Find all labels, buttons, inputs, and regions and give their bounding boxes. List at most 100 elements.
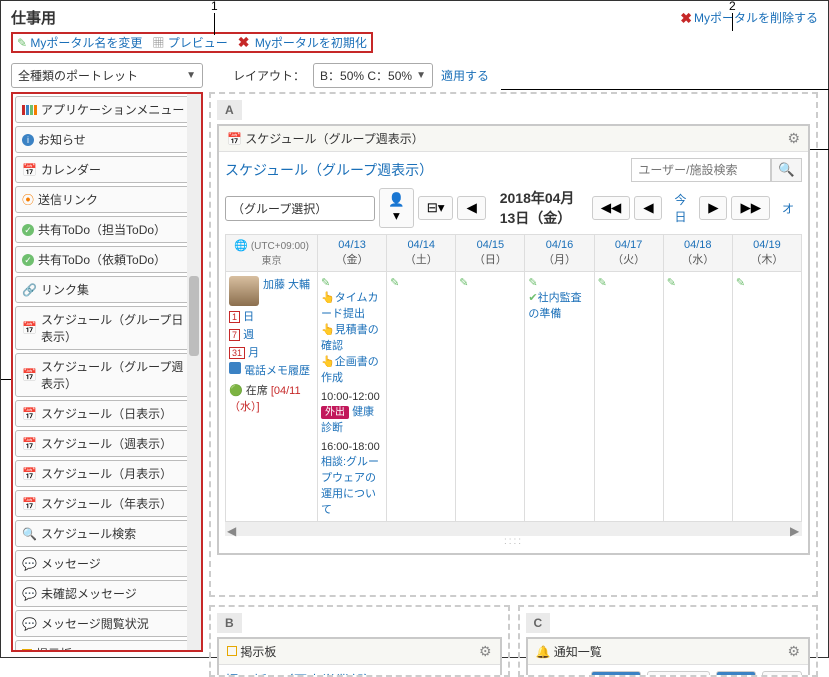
board-body-link[interactable]: 掲示板 - （国内営業部）	[225, 673, 377, 677]
pencil-icon[interactable]: ✎	[736, 277, 745, 289]
portlet-item-label: 送信リンク	[38, 191, 98, 208]
user-view-link[interactable]: 月	[248, 347, 259, 359]
pencil-icon[interactable]: ✎	[598, 277, 607, 289]
chevron-left-icon: ◀	[643, 200, 653, 215]
gear-icon[interactable]: ⚙	[479, 643, 492, 660]
scrollbar-vertical[interactable]	[187, 94, 201, 650]
portlet-item-label: スケジュール（週表示）	[41, 435, 172, 452]
schedule-title-link[interactable]: スケジュール（グループ週表示）	[225, 160, 433, 180]
portlet-list-item[interactable]: ⦿送信リンク	[15, 186, 199, 213]
search-icon: 🔍	[778, 162, 795, 177]
day-header[interactable]: 04/14（土）	[387, 235, 456, 272]
options-link[interactable]: オ	[774, 200, 802, 217]
pencil-icon[interactable]: ✎	[459, 277, 468, 289]
day-cell[interactable]: ✎	[456, 272, 525, 522]
portlet-header-title: スケジュール（グループ週表示）	[245, 132, 423, 146]
scrollbar-horizontal[interactable]: ◀ ▶	[225, 522, 802, 536]
today-button[interactable]: 今日	[666, 191, 695, 225]
bell-icon: 🔔	[536, 645, 551, 659]
person-icon: 👤▾	[388, 192, 405, 223]
prev-day-button[interactable]: ◀	[457, 196, 485, 220]
last-button[interactable]: ▶▶	[731, 196, 770, 220]
day-header[interactable]: 04/13（金）	[318, 235, 387, 272]
portlet-list-item[interactable]: 💬メッセージ	[15, 550, 199, 577]
day-cell[interactable]: ✎	[732, 272, 801, 522]
portlet-list-item[interactable]: 📅スケジュール（グループ日表示）	[15, 306, 199, 350]
portlet-list-item[interactable]: 📅カレンダー	[15, 156, 199, 183]
pencil-icon[interactable]: ✎	[667, 277, 676, 289]
portlet-list-item[interactable]: 💬未確認メッセージ	[15, 580, 199, 607]
tz-icon: 🌐	[234, 240, 248, 252]
layout-select[interactable]: B：50% C：50% ▼	[313, 63, 433, 88]
preview-link[interactable]: ▦ プレビュー	[152, 34, 227, 51]
portlet-list-item[interactable]: 📅スケジュール（月表示）	[15, 460, 199, 487]
task-icon: 👆	[321, 356, 335, 368]
portlet-list-item[interactable]: 💬メッセージ閲覧状況	[15, 610, 199, 637]
preview-icon: ▦	[152, 36, 164, 50]
user-view-link[interactable]: 週	[243, 329, 254, 341]
edit-icon: ✎	[17, 36, 27, 50]
day-header[interactable]: 04/15（日）	[456, 235, 525, 272]
notif-tab-me[interactable]: @自分宛	[647, 671, 709, 677]
chevron-down-icon: ▼	[186, 70, 196, 81]
notif-tab-read[interactable]: 既読	[762, 671, 802, 677]
portlet-list-item[interactable]: 📅スケジュール（日表示）	[15, 400, 199, 427]
next-button[interactable]: ▶	[699, 196, 727, 220]
portlet-list-item[interactable]: アプリケーションメニュー	[15, 96, 199, 123]
page-title: 仕事用	[11, 7, 56, 28]
portlet-list-item[interactable]: ✓共有ToDo（依頼ToDo）	[15, 246, 199, 273]
first-button[interactable]: ◀◀	[592, 196, 631, 220]
user-picker-button[interactable]: 👤▾	[379, 188, 414, 228]
day-header[interactable]: 04/18（水）	[663, 235, 732, 272]
portlet-list-item[interactable]: 掲示板	[15, 640, 199, 652]
portlet-list-item[interactable]: 🔗リンク集	[15, 276, 199, 303]
portlet-category-select[interactable]: 全種類のポートレット ▼	[11, 63, 203, 88]
schedule-grid: 🌐 (UTC+09:00) 東京 04/13（金）04/14（土）04/15（日…	[225, 234, 802, 522]
rename-portal-link[interactable]: ✎ Myポータル名を変更	[17, 34, 142, 51]
delete-portal-link[interactable]: ✖ Myポータルを削除する	[680, 9, 818, 26]
gear-icon[interactable]: ⚙	[787, 130, 800, 147]
portlet-item-label: スケジュール（月表示）	[41, 465, 172, 482]
portlet-list-item[interactable]: 📅スケジュール（年表示）	[15, 490, 199, 517]
prev-button[interactable]: ◀	[634, 196, 662, 220]
portlet-list-item[interactable]: 📅スケジュール（グループ週表示）	[15, 353, 199, 397]
portlet-item-label: リンク集	[41, 281, 89, 298]
search-button[interactable]: 🔍	[771, 158, 802, 182]
pencil-icon[interactable]: ✎	[321, 277, 330, 289]
notif-tab1[interactable]: 通知一覧	[534, 672, 586, 677]
day-cell[interactable]: ✎👆タイムカード提出👆見積書の確認👆企画書の作成10:00-12:00外出 健康…	[318, 272, 387, 522]
calendar-icon: 📅	[227, 132, 242, 146]
day-cell[interactable]: ✎	[387, 272, 456, 522]
drag-handle[interactable]: ::::	[225, 536, 802, 547]
notif-tab-unread[interactable]: 未読	[716, 671, 756, 677]
day-header[interactable]: 04/17（火）	[594, 235, 663, 272]
apply-button[interactable]: 適用する	[441, 67, 489, 84]
gear-icon[interactable]: ⚙	[787, 643, 800, 660]
reset-portal-link[interactable]: ✖ Myポータルを初期化	[238, 34, 367, 51]
pencil-icon[interactable]: ✎	[528, 277, 537, 289]
portlet-list-item[interactable]: iお知らせ	[15, 126, 199, 153]
options-icon: ⊟▾	[427, 200, 445, 215]
day-cell[interactable]: ✎	[663, 272, 732, 522]
double-left-icon: ◀◀	[601, 200, 622, 215]
day-cell[interactable]: ✎	[594, 272, 663, 522]
group-select[interactable]: （グループ選択）	[225, 196, 375, 221]
options-button[interactable]: ⊟▾	[418, 196, 454, 220]
user-name-link[interactable]: 加藤 大輔	[263, 276, 310, 292]
annotation-1: 1	[211, 0, 218, 13]
notif-tab-all[interactable]: すべて	[591, 671, 641, 677]
event-link[interactable]: 相談:グループウェアの運用について	[321, 456, 379, 516]
portlet-list-item[interactable]: 📅スケジュール（週表示）	[15, 430, 199, 457]
day-cell[interactable]: ✎✔社内監査の準備	[525, 272, 594, 522]
pencil-icon[interactable]: ✎	[390, 277, 399, 289]
portlet-list-item[interactable]: 🔍スケジュール検索	[15, 520, 199, 547]
portlet-list-item[interactable]: ✓共有ToDo（担当ToDo）	[15, 216, 199, 243]
portlet-item-label: アプリケーションメニュー	[41, 101, 184, 118]
rename-label: Myポータル名を変更	[30, 36, 142, 50]
user-view-link[interactable]: 電話メモ履歴	[244, 365, 310, 377]
user-search-input[interactable]	[631, 158, 771, 182]
day-header[interactable]: 04/19（木）	[732, 235, 801, 272]
user-view-link[interactable]: 日	[243, 311, 254, 323]
day-header[interactable]: 04/16（月）	[525, 235, 594, 272]
zone-c-label: C	[526, 613, 551, 633]
